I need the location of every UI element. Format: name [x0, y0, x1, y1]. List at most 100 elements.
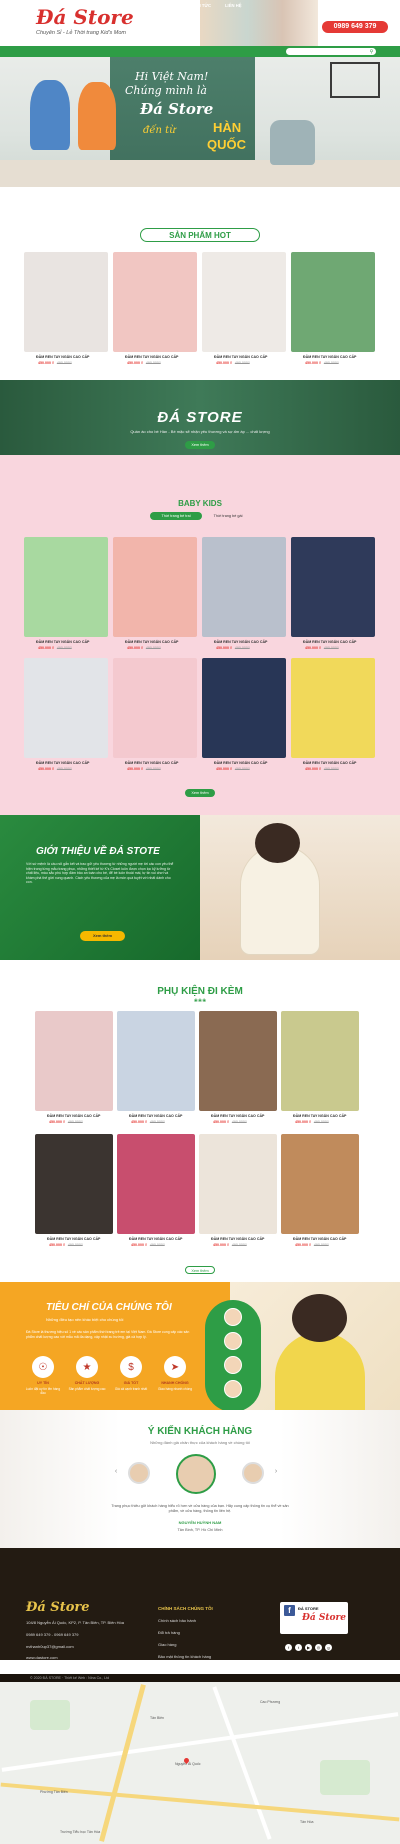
product-image[interactable]	[291, 658, 375, 758]
product-image[interactable]	[281, 1011, 359, 1111]
criteria-girl-dress	[275, 1332, 365, 1410]
baby-more-button[interactable]: Xem thêm	[185, 789, 215, 797]
nav-item-products[interactable]: SẢN PHẨM	[120, 0, 142, 11]
product-name[interactable]: ĐẦM REN TAY NGẮN CAO CẤP	[211, 1237, 264, 1241]
product-name[interactable]: ĐẦM REN TAY NGẮN CAO CẤP	[214, 640, 267, 644]
hero-line-1: Hi Việt Nam!	[135, 70, 209, 83]
footer-website[interactable]: www.dastore.com	[26, 1655, 58, 1660]
criteria-label-4: NHANH CHÓNG	[161, 1381, 189, 1385]
search-input[interactable]	[286, 48, 376, 55]
accessories-more-button[interactable]: Xem thêm	[185, 1266, 215, 1274]
tab-boys[interactable]: Thời trang bé trai	[150, 512, 202, 520]
hotline-badge[interactable]: 0989 649 379	[322, 21, 388, 33]
facebook-widget-title: ĐÁ STORE	[298, 1606, 319, 1611]
price-old: 490.000₫	[145, 767, 161, 771]
avatar-active[interactable]	[176, 1454, 216, 1494]
google-social-icon[interactable]: g	[325, 1644, 332, 1651]
footer-policy-1[interactable]: Chính sách bảo hành	[158, 1618, 196, 1623]
product-name[interactable]: ĐẦM REN TAY NGẮN CAO CẤP	[214, 355, 267, 359]
chevron-left-icon[interactable]: ‹	[112, 1468, 120, 1475]
criteria-desc-2: Sản phẩm chất lượng cao	[68, 1387, 106, 1391]
product-name[interactable]: ĐẦM REN TAY NGẮN CAO CẤP	[214, 761, 267, 765]
about-text: Với sứ mệnh là cầu nối gắn kết và trao g…	[26, 862, 174, 885]
product-price: 450.000 ₫ 490.000₫	[127, 361, 161, 365]
price-current: 450.000 ₫	[38, 767, 54, 771]
instagram-social-icon[interactable]: ◎	[315, 1644, 322, 1651]
product-image[interactable]	[117, 1134, 195, 1234]
product-image[interactable]	[24, 537, 108, 637]
product-image[interactable]	[202, 252, 286, 352]
tab-girls[interactable]: Thời trang bé gái	[204, 512, 252, 520]
product-image[interactable]	[199, 1134, 277, 1234]
product-image[interactable]	[202, 537, 286, 637]
product-name[interactable]: ĐẦM REN TAY NGẮN CAO CẤP	[47, 1237, 100, 1241]
chevron-right-icon[interactable]: ›	[272, 1468, 280, 1475]
footer-policy-3[interactable]: Giao hàng	[158, 1642, 176, 1647]
product-image[interactable]	[113, 537, 197, 637]
product-image[interactable]	[202, 658, 286, 758]
twitter-social-icon[interactable]: t	[295, 1644, 302, 1651]
avatar-prev[interactable]	[128, 1462, 150, 1484]
product-price: 450.000 ₫ 490.000₫	[49, 1243, 83, 1247]
criteria-thumb-4[interactable]	[224, 1380, 242, 1398]
price-current: 450.000 ₫	[127, 767, 143, 771]
search-icon[interactable]: ⚲	[368, 49, 375, 55]
product-image[interactable]	[291, 537, 375, 637]
product-name[interactable]: ĐẦM REN TAY NGẮN CAO CẤP	[129, 1237, 182, 1241]
banner-more-button[interactable]: Xem thêm	[185, 441, 215, 449]
footer-email[interactable]: nvthanh0up37@gmail.com	[26, 1644, 74, 1649]
product-name[interactable]: ĐẦM REN TAY NGẮN CAO CẤP	[303, 640, 356, 644]
product-name[interactable]: ĐẦM REN TAY NGẮN CAO CẤP	[303, 355, 356, 359]
nav-item-home[interactable]: TRANG CHỦ	[47, 0, 72, 11]
product-image[interactable]	[35, 1134, 113, 1234]
product-image[interactable]	[24, 252, 108, 352]
product-price: 450.000 ₫ 490.000₫	[49, 1120, 83, 1124]
product-name[interactable]: ĐẦM REN TAY NGẮN CAO CẤP	[36, 355, 89, 359]
product-name[interactable]: ĐẦM REN TAY NGẮN CAO CẤP	[125, 761, 178, 765]
product-name[interactable]: ĐẦM REN TAY NGẮN CAO CẤP	[47, 1114, 100, 1118]
product-price: 450.000 ₫ 490.000₫	[213, 1243, 247, 1247]
nav-item-news[interactable]: TIN TỨC	[194, 0, 211, 11]
criteria-thumb-1[interactable]	[224, 1308, 242, 1326]
product-image[interactable]	[199, 1011, 277, 1111]
price-old: 490.000₫	[56, 767, 72, 771]
nav-item-about[interactable]: GIỚI THIỆU	[82, 0, 105, 11]
map-label-5: Tân Hòa	[300, 1820, 314, 1824]
baby-section-title: BABY KIDS	[178, 499, 222, 508]
product-image[interactable]	[113, 658, 197, 758]
product-image[interactable]	[291, 252, 375, 352]
price-old: 490.000₫	[67, 1120, 83, 1124]
footer-policy-4[interactable]: Bảo mật thông tin khách hàng	[158, 1654, 211, 1659]
youtube-social-icon[interactable]: ▶	[305, 1644, 312, 1651]
footer-copyright: © 2020 ĐÁ STORE · Thiết kế Web : Nina Co…	[30, 1675, 110, 1680]
nav-item-contact[interactable]: LIÊN HỆ	[225, 0, 242, 11]
product-name[interactable]: ĐẦM REN TAY NGẮN CAO CẤP	[129, 1114, 182, 1118]
map-label-1: Phường Tân Biên	[40, 1790, 68, 1794]
product-image[interactable]	[281, 1134, 359, 1234]
product-image[interactable]	[35, 1011, 113, 1111]
product-name[interactable]: ĐẦM REN TAY NGẮN CAO CẤP	[303, 761, 356, 765]
criteria-thumb-2[interactable]	[224, 1332, 242, 1350]
product-name[interactable]: ĐẦM REN TAY NGẮN CAO CẤP	[36, 640, 89, 644]
product-name[interactable]: ĐẦM REN TAY NGẮN CAO CẤP	[125, 355, 178, 359]
nav-item-accessories[interactable]: PHỤ KIỆN	[158, 0, 178, 11]
facebook-social-icon[interactable]: f	[285, 1644, 292, 1651]
product-name[interactable]: ĐẦM REN TAY NGẮN CAO CẤP	[36, 761, 89, 765]
avatar-next[interactable]	[242, 1462, 264, 1484]
criteria-thumb-3[interactable]	[224, 1356, 242, 1374]
product-name[interactable]: ĐẦM REN TAY NGẮN CAO CẤP	[293, 1114, 346, 1118]
product-image[interactable]	[113, 252, 197, 352]
price-current: 450.000 ₫	[213, 1243, 229, 1247]
footer-logo[interactable]: Đá Store	[26, 1600, 90, 1615]
product-name[interactable]: ĐẦM REN TAY NGẮN CAO CẤP	[211, 1114, 264, 1118]
about-more-button[interactable]: Xem thêm	[80, 931, 125, 941]
price-current: 450.000 ₫	[216, 646, 232, 650]
product-name[interactable]: ĐẦM REN TAY NGẮN CAO CẤP	[293, 1237, 346, 1241]
product-name[interactable]: ĐẦM REN TAY NGẮN CAO CẤP	[125, 640, 178, 644]
hot-section-title: SẢN PHẨM HOT	[169, 231, 231, 240]
price-current: 450.000 ₫	[305, 646, 321, 650]
product-image[interactable]	[117, 1011, 195, 1111]
product-image[interactable]	[24, 658, 108, 758]
footer-policy-2[interactable]: Đổi trả hàng	[158, 1630, 180, 1635]
footer-phone[interactable]: 0989 649 379 - 0969 649 379	[26, 1632, 79, 1637]
